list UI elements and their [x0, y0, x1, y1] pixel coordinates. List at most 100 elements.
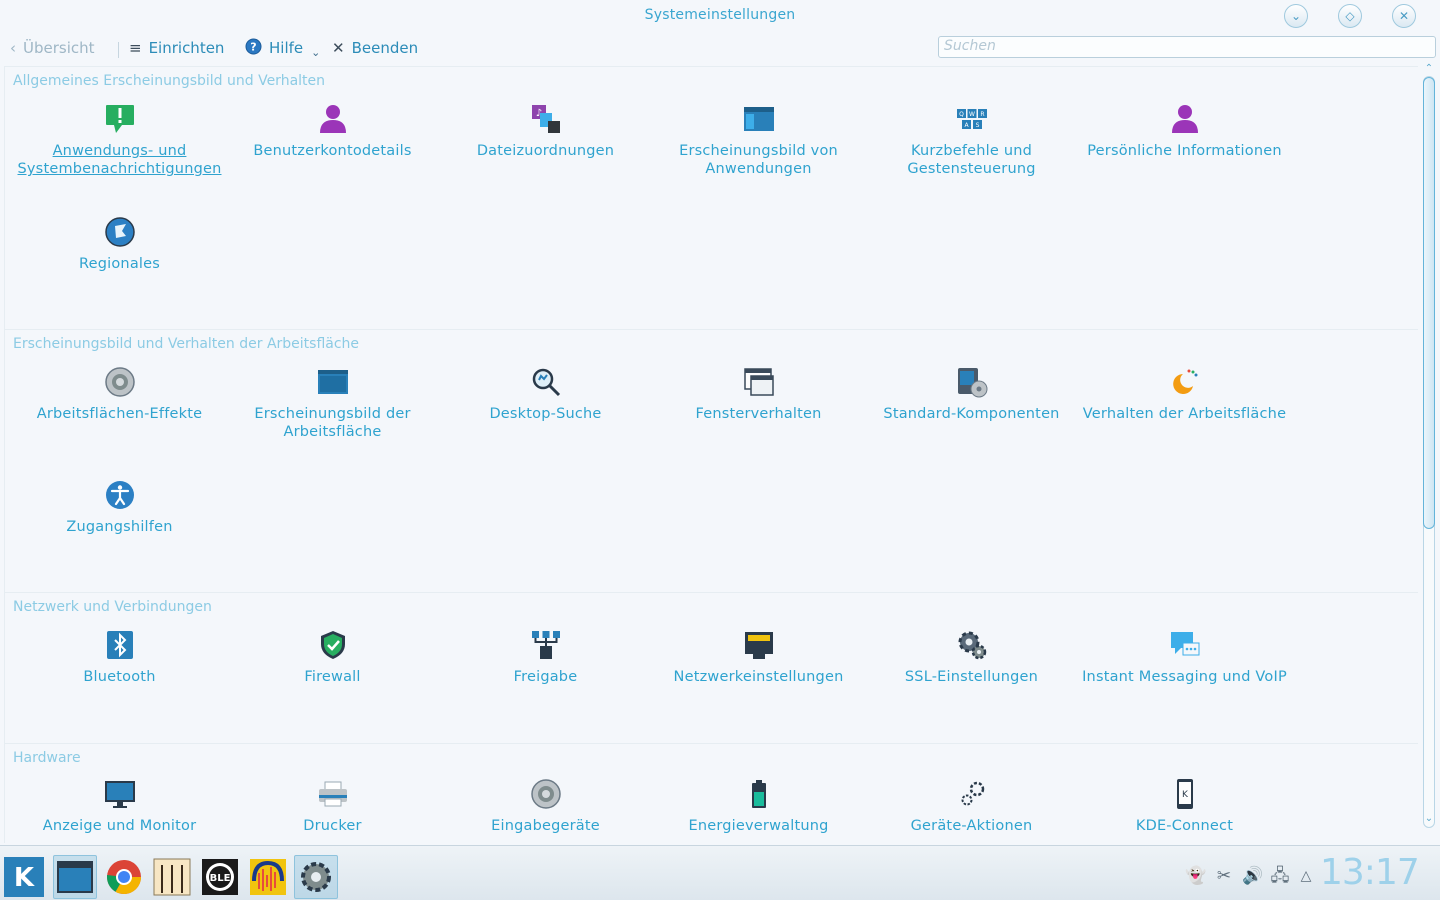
- module-desktop-search[interactable]: Desktop-Suche: [439, 366, 652, 423]
- scroll-up-button[interactable]: ⌃: [1424, 64, 1434, 74]
- module-label: Geräte-Aktionen: [910, 818, 1033, 834]
- scroll-down-button[interactable]: ⌄: [1424, 814, 1434, 824]
- configure-button[interactable]: ≡ Einrichten: [129, 37, 224, 59]
- application-appearance-icon: [743, 107, 774, 131]
- module-label: Desktop-Suche: [489, 406, 602, 422]
- module-display-monitor[interactable]: Anzeige und Monitor: [13, 778, 226, 835]
- bluetooth-icon: [106, 631, 133, 659]
- module-notifications[interactable]: Anwendungs- und Systembenachrichtigungen: [13, 103, 226, 178]
- module-label: Arbeitsflächen-Effekte: [36, 406, 203, 422]
- search-input[interactable]: [944, 38, 1430, 54]
- overview-label: Übersicht: [23, 39, 95, 57]
- module-label: Firewall: [304, 669, 361, 685]
- input-devices-icon: [530, 779, 561, 809]
- help-label: Hilfe: [269, 39, 304, 57]
- module-sharing[interactable]: Freigabe: [439, 629, 652, 686]
- module-kde-connect[interactable]: K KDE-Connect: [1078, 778, 1291, 835]
- module-instant-messaging[interactable]: Instant Messaging und VoIP: [1078, 629, 1291, 686]
- vertical-scrollbar[interactable]: ⌃ ⌄: [1421, 62, 1437, 843]
- category-title: Netzwerk und Verbindungen: [13, 599, 212, 615]
- module-default-components[interactable]: Standard-Komponenten: [865, 366, 1078, 423]
- category-network: Netzwerk und Verbindungen Bluetooth Fire…: [4, 592, 1418, 744]
- accessibility-icon: [105, 481, 134, 509]
- task-audacity[interactable]: [246, 855, 290, 899]
- module-bluetooth[interactable]: Bluetooth: [13, 629, 226, 686]
- category-title: Erscheinungsbild und Verhalten der Arbei…: [13, 336, 360, 352]
- module-desktop-effects[interactable]: Arbeitsflächen-Effekte: [13, 366, 226, 423]
- task-chrome[interactable]: [102, 855, 146, 899]
- network-icon[interactable]: 🖧: [1270, 866, 1290, 886]
- module-network-settings[interactable]: Netzwerkeinstellungen: [652, 629, 865, 686]
- svg-text:R: R: [980, 111, 984, 118]
- regional-icon: [104, 217, 135, 247]
- firewall-icon: [320, 631, 345, 659]
- scroll-thumb[interactable]: [1423, 77, 1435, 529]
- clock[interactable]: 13:17: [1320, 852, 1420, 893]
- module-accessibility[interactable]: Zugangshilfen: [13, 479, 226, 536]
- module-window-behavior[interactable]: Fensterverhalten: [652, 366, 865, 423]
- module-device-actions[interactable]: Geräte-Aktionen: [865, 778, 1078, 835]
- task-notes[interactable]: [150, 855, 194, 899]
- task-ble[interactable]: BLE: [198, 855, 242, 899]
- ghost-icon[interactable]: 👻: [1185, 866, 1206, 886]
- svg-text:Q: Q: [959, 111, 964, 118]
- search-field[interactable]: [938, 36, 1436, 58]
- module-user-account[interactable]: Benutzerkontodetails: [226, 103, 439, 160]
- desktop-effects-icon: [104, 367, 135, 397]
- overview-button[interactable]: ‹ Übersicht: [10, 37, 95, 59]
- svg-text:W: W: [969, 111, 975, 118]
- module-printer[interactable]: Drucker: [226, 778, 439, 835]
- module-application-appearance[interactable]: Erscheinungsbild von Anwendungen: [652, 103, 865, 178]
- expand-icon[interactable]: △: [1296, 866, 1316, 886]
- module-power-management[interactable]: Energieverwaltung: [652, 778, 865, 835]
- workspace-appearance-icon: [317, 370, 348, 394]
- maximize-button[interactable]: ◇: [1338, 4, 1362, 28]
- toolbar: ‹ Übersicht ≡ Einrichten ? Hilfe ⌄ ✕ Bee…: [0, 34, 1440, 62]
- module-label: Bluetooth: [83, 669, 156, 685]
- instant-messaging-icon: [1170, 632, 1199, 656]
- module-regional[interactable]: Regionales: [13, 216, 226, 273]
- diamond-icon: ◇: [1345, 9, 1355, 23]
- hamburger-menu-icon: ≡: [129, 39, 142, 57]
- task-system-settings[interactable]: [294, 855, 338, 899]
- svg-text:BLE: BLE: [210, 873, 231, 884]
- power-management-icon: [751, 780, 766, 808]
- device-actions-icon: [961, 781, 984, 806]
- svg-text:S: S: [975, 122, 979, 129]
- kde-menu-button[interactable]: K: [2, 855, 46, 899]
- title-bar: Systemeinstellungen ⌄ ◇ ✕: [0, 0, 1440, 34]
- close-icon: ✕: [1398, 9, 1410, 23]
- workspace-behavior-icon: [1172, 369, 1197, 394]
- svg-text:?: ?: [250, 40, 256, 53]
- module-label: Regionales: [78, 256, 161, 272]
- kde-menu-icon: K: [4, 857, 44, 897]
- module-file-associations[interactable]: ♪ Dateizuordnungen: [439, 103, 652, 160]
- module-ssl-settings[interactable]: SSL-Einstellungen: [865, 629, 1078, 686]
- close-button[interactable]: ✕: [1392, 4, 1416, 28]
- volume-icon[interactable]: 🔊: [1242, 866, 1263, 886]
- module-keyboard-shortcuts[interactable]: Q W R A S Kurzbefehle und Gestensteuerun…: [865, 103, 1078, 178]
- module-label: Benutzerkontodetails: [253, 143, 412, 159]
- help-icon: ?: [245, 38, 262, 59]
- module-label: Anwendungs- und Systembenachrichtigungen: [17, 143, 222, 177]
- personal-info-icon: [1171, 105, 1198, 133]
- quit-button[interactable]: ✕ Beenden: [332, 37, 418, 59]
- window-behavior-icon: [743, 368, 774, 396]
- close-icon: ✕: [332, 39, 345, 57]
- module-input-devices[interactable]: Eingabegeräte: [439, 778, 652, 835]
- module-firewall[interactable]: Firewall: [226, 629, 439, 686]
- module-label: Erscheinungsbild von Anwendungen: [679, 143, 838, 177]
- module-workspace-behavior[interactable]: Verhalten der Arbeitsfläche: [1078, 366, 1291, 423]
- module-label: Zugangshilfen: [66, 519, 173, 535]
- module-personal-info[interactable]: Persönliche Informationen: [1078, 103, 1291, 160]
- kde-connect-icon: K: [1176, 779, 1193, 809]
- scissors-icon[interactable]: ✂: [1214, 866, 1234, 886]
- minimize-button[interactable]: ⌄: [1284, 4, 1308, 28]
- task-file-manager[interactable]: [53, 855, 97, 899]
- module-label: Eingabegeräte: [491, 818, 600, 834]
- module-label: Drucker: [303, 818, 362, 834]
- module-workspace-appearance[interactable]: Erscheinungsbild der Arbeitsfläche: [226, 366, 439, 441]
- quit-label: Beenden: [351, 39, 419, 57]
- taskbar: K BLE 👻 ✂ 🔊 🖧 △ 13:17: [0, 845, 1440, 900]
- help-button[interactable]: ? Hilfe ⌄: [245, 37, 320, 59]
